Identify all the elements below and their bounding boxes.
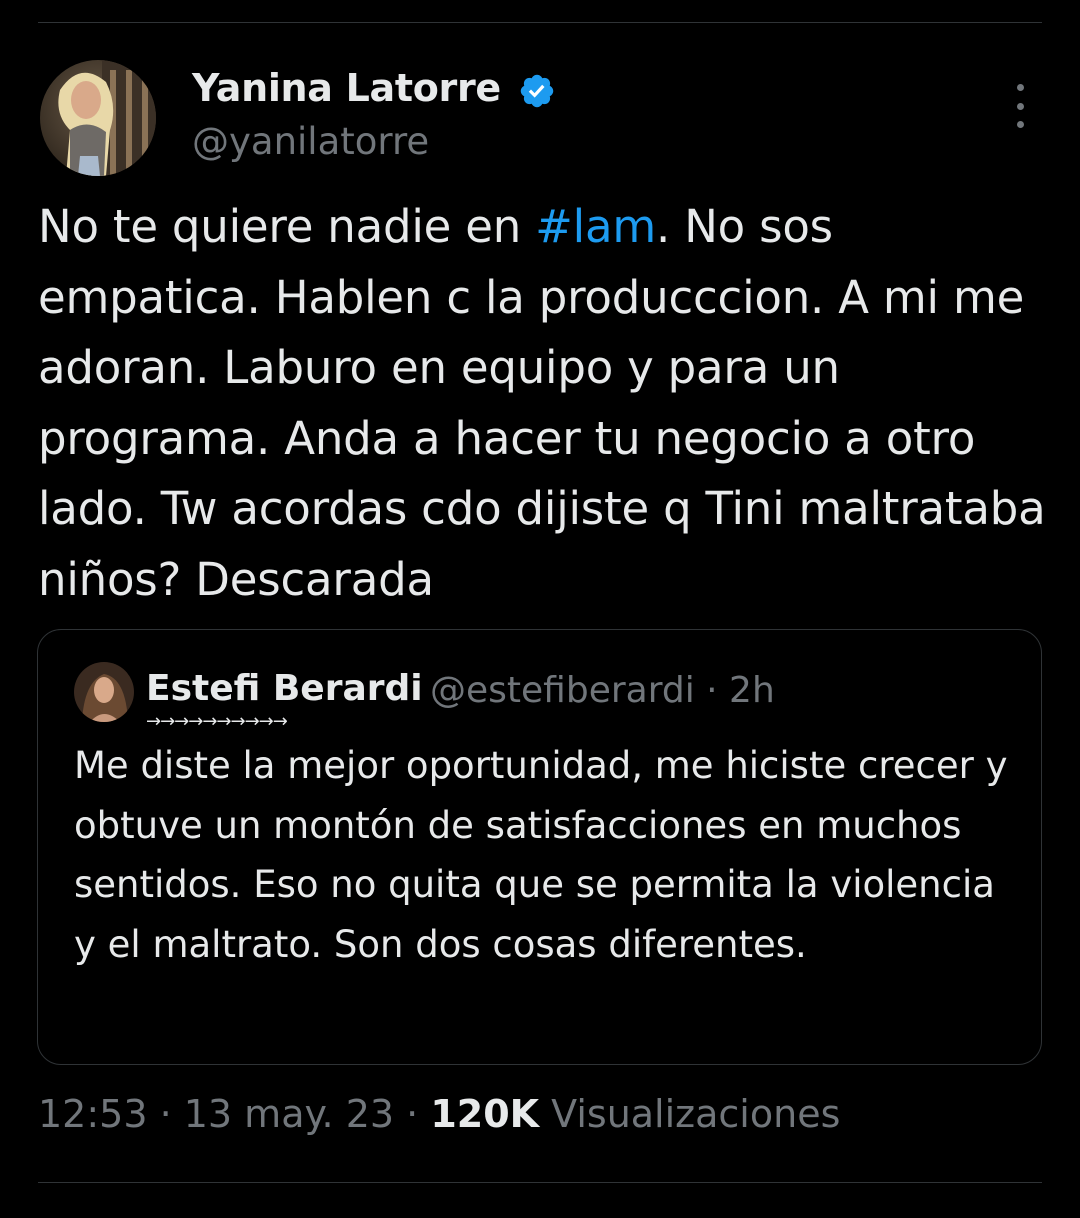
author-name[interactable]: Yanina Latorre bbox=[192, 66, 501, 110]
timestamp[interactable]: 12:53 · 13 may. 23 · bbox=[38, 1092, 430, 1136]
quoted-handle-time: @estefiberardi · 2h bbox=[430, 670, 775, 711]
top-divider bbox=[38, 22, 1042, 23]
tweet-text-part: No te quiere nadie en bbox=[38, 200, 536, 253]
quoted-author-name[interactable]: Estefi Berardi bbox=[146, 668, 423, 709]
views-count: 120K bbox=[430, 1092, 540, 1136]
tweet-text: No te quiere nadie en #lam. No sos empat… bbox=[38, 192, 1048, 615]
quoted-name-decoration: →→→→→→→→→→ bbox=[146, 711, 288, 732]
hashtag-link[interactable]: #lam bbox=[535, 200, 656, 253]
bottom-divider bbox=[38, 1182, 1042, 1183]
views-label: Visualizaciones bbox=[539, 1092, 841, 1136]
tweet-metadata: 12:53 · 13 may. 23 · 120K Visualizacione… bbox=[38, 1092, 840, 1136]
more-dot bbox=[1016, 121, 1024, 128]
more-options-icon[interactable] bbox=[1000, 84, 1040, 128]
quoted-author-avatar[interactable] bbox=[74, 662, 134, 722]
author-avatar[interactable] bbox=[40, 60, 156, 176]
quoted-tweet-card[interactable]: Estefi Berardi →→→→→→→→→→ @estefiberardi… bbox=[37, 629, 1042, 1065]
author-handle[interactable]: @yanilatorre bbox=[192, 120, 429, 163]
more-dot bbox=[1016, 102, 1024, 110]
tweet-text-part: . No sos empatica. Hablen c la produccci… bbox=[38, 200, 1046, 606]
more-dot bbox=[1016, 84, 1024, 91]
verified-badge-icon bbox=[518, 72, 556, 110]
quoted-tweet-text: Me diste la mejor oportunidad, me hicist… bbox=[74, 744, 1008, 966]
